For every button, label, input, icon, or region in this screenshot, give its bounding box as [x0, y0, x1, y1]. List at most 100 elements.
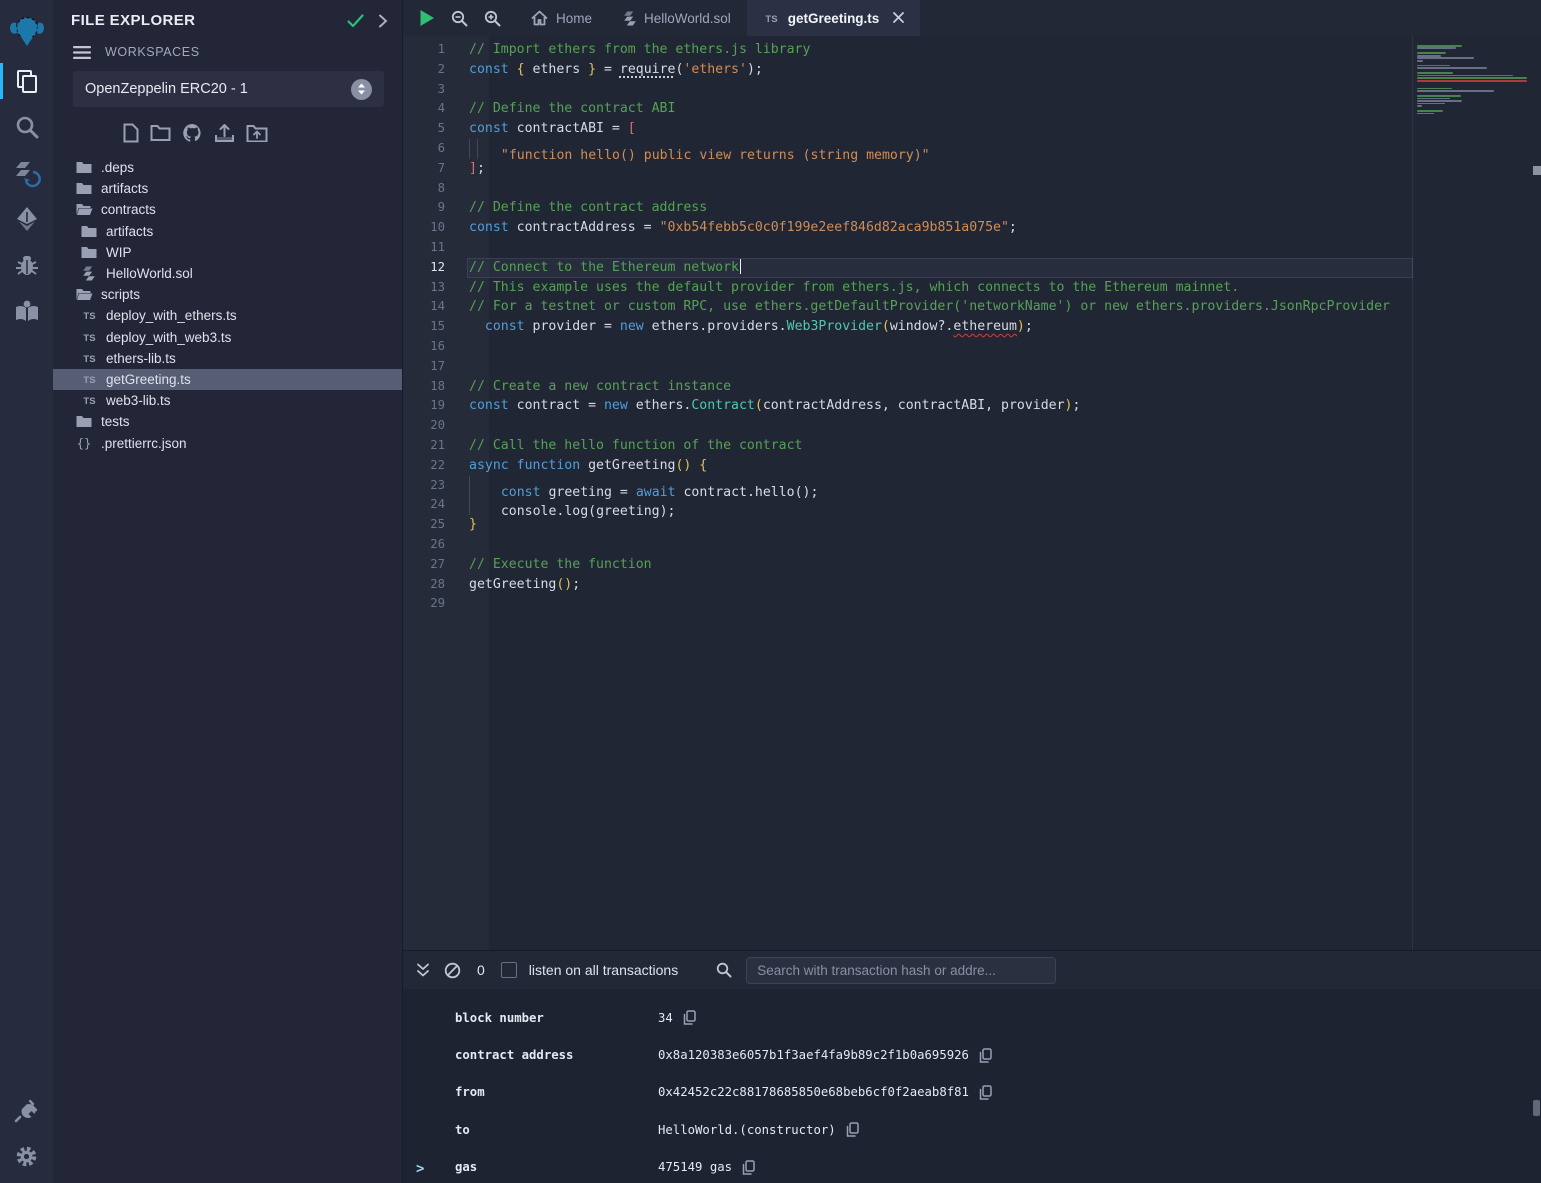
tree-item-ethers-lib-ts[interactable]: TSethers-lib.ts — [53, 348, 402, 369]
deploy-run-icon[interactable] — [0, 196, 53, 242]
zoom-out-icon[interactable] — [451, 10, 468, 27]
copy-icon[interactable] — [683, 1010, 696, 1025]
tree-item-deploy-with-web3-ts[interactable]: TSdeploy_with_web3.ts — [53, 327, 402, 348]
tree-item--prettierrc-json[interactable]: {}.prettierrc.json — [53, 432, 402, 453]
copy-icon[interactable] — [979, 1048, 992, 1063]
zoom-in-icon[interactable] — [484, 10, 501, 27]
tree-item--deps[interactable]: .deps — [53, 157, 402, 178]
tree-item-contracts[interactable]: contracts — [53, 199, 402, 220]
line-number: 23 — [403, 476, 467, 496]
code-line-16[interactable]: 16 — [403, 337, 1413, 357]
code-line-3[interactable]: 3 — [403, 80, 1413, 100]
file-explorer-icon[interactable] — [0, 58, 53, 104]
ts-icon: TS — [80, 310, 98, 321]
tree-item-scripts[interactable]: scripts — [53, 284, 402, 305]
tree-item-helloworld-sol[interactable]: HelloWorld.sol — [53, 263, 402, 284]
tree-item-artifacts[interactable]: artifacts — [53, 221, 402, 242]
code-line-9[interactable]: 9// Define the contract address — [403, 198, 1413, 218]
code-line-25[interactable]: 25} — [403, 515, 1413, 535]
line-number: 24 — [403, 495, 467, 515]
code-line-27[interactable]: 27// Execute the function — [403, 555, 1413, 575]
check-icon[interactable] — [347, 14, 364, 28]
search-icon[interactable] — [0, 104, 53, 150]
folder-open-icon — [75, 203, 93, 216]
code-line-1[interactable]: 1// Import ethers from the ethers.js lib… — [403, 40, 1413, 60]
clear-console-icon[interactable] — [444, 962, 461, 979]
code-line-14[interactable]: 14// For a testnet or custom RPC, use et… — [403, 297, 1413, 317]
tree-item-tests[interactable]: tests — [53, 411, 402, 432]
settings-icon[interactable] — [0, 1133, 53, 1179]
code-line-10[interactable]: 10const contractAddress = "0xb54febb5c0c… — [403, 218, 1413, 238]
svg-text:{}: {} — [77, 437, 91, 450]
code-line-17[interactable]: 17 — [403, 357, 1413, 377]
tree-item-wip[interactable]: WIP — [53, 242, 402, 263]
new-folder-icon[interactable] — [150, 124, 171, 142]
expand-terminal-icon[interactable] — [416, 963, 430, 978]
copy-icon[interactable] — [846, 1122, 859, 1137]
new-file-icon[interactable] — [123, 123, 139, 143]
code-line-6[interactable]: 6 "function hello() public view returns … — [403, 139, 1413, 159]
workspace-select[interactable]: OpenZeppelin ERC20 - 1 — [73, 71, 384, 107]
code-line-20[interactable]: 20 — [403, 416, 1413, 436]
tree-item-deploy-with-ethers-ts[interactable]: TSdeploy_with_ethers.ts — [53, 305, 402, 326]
tab-getgreeting-ts[interactable]: TSgetGreeting.ts — [747, 0, 921, 36]
code-line-18[interactable]: 18// Create a new contract instance — [403, 377, 1413, 397]
code-line-5[interactable]: 5const contractABI = [ — [403, 119, 1413, 139]
minimap[interactable] — [1417, 36, 1529, 118]
code-line-26[interactable]: 26 — [403, 535, 1413, 555]
scrollbar-thumb[interactable] — [1533, 166, 1541, 175]
line-number: 29 — [403, 594, 467, 614]
code-line-28[interactable]: 28getGreeting(); — [403, 575, 1413, 595]
upload-file-icon[interactable] — [214, 123, 235, 143]
code-line-12[interactable]: 12// Connect to the Ethereum network — [403, 258, 1413, 278]
code-line-29[interactable]: 29 — [403, 594, 1413, 614]
scrollbar-thumb[interactable] — [1533, 1100, 1540, 1116]
load-folder-icon[interactable] — [246, 124, 268, 142]
tree-item-label: getGreeting.ts — [106, 372, 191, 387]
github-icon[interactable] — [182, 123, 203, 143]
copy-icon[interactable] — [979, 1085, 992, 1100]
solidity-compiler-icon[interactable] — [0, 150, 53, 196]
tree-item-label: ethers-lib.ts — [106, 351, 176, 366]
terminal-search-input[interactable] — [746, 957, 1056, 984]
tree-item-artifacts[interactable]: artifacts — [53, 178, 402, 199]
code-line-24[interactable]: 24 console.log(greeting); — [403, 495, 1413, 515]
code-line-2[interactable]: 2const { ethers } = require('ethers'); — [403, 60, 1413, 80]
tab-home[interactable]: Home — [515, 0, 608, 36]
learn-icon[interactable] — [0, 288, 53, 334]
remix-ide: FILE EXPLORER WORKSPACES OpenZeppelin ER… — [0, 0, 1541, 1183]
code-line-8[interactable]: 8 — [403, 179, 1413, 199]
code-line-7[interactable]: 7]; — [403, 159, 1413, 179]
json-icon: {} — [75, 437, 93, 450]
code-line-11[interactable]: 11 — [403, 238, 1413, 258]
line-number: 8 — [403, 179, 467, 199]
debugger-icon[interactable] — [0, 242, 53, 288]
solidity-icon — [80, 266, 98, 281]
listen-transactions-checkbox[interactable] — [501, 962, 517, 978]
code-editor[interactable]: 1// Import ethers from the ethers.js lib… — [403, 36, 1541, 950]
tx-detail-value: 0x42452c22c88178685850e68beb6cf0f2aeab8f… — [658, 1085, 969, 1099]
tree-item-getgreeting-ts[interactable]: TSgetGreeting.ts — [53, 369, 402, 390]
tab-helloworld-sol[interactable]: HelloWorld.sol — [608, 0, 747, 36]
close-tab-icon[interactable] — [893, 11, 904, 26]
scrollbar[interactable] — [1533, 0, 1541, 1183]
terminal-prompt[interactable]: > — [416, 1161, 424, 1177]
tree-item-web3-lib-ts[interactable]: TSweb3-lib.ts — [53, 390, 402, 411]
code-text — [467, 594, 1413, 614]
code-text — [467, 535, 1413, 555]
copy-icon[interactable] — [742, 1160, 755, 1175]
workspace-sort-icon[interactable] — [351, 79, 372, 100]
remix-logo-icon[interactable] — [0, 4, 53, 58]
code-line-13[interactable]: 13// This example uses the default provi… — [403, 278, 1413, 298]
hamburger-menu-icon[interactable] — [73, 46, 91, 59]
code-line-19[interactable]: 19const contract = new ethers.Contract(c… — [403, 396, 1413, 416]
code-line-15[interactable]: 15 const provider = new ethers.providers… — [403, 317, 1413, 337]
code-line-4[interactable]: 4// Define the contract ABI — [403, 99, 1413, 119]
plugin-manager-icon[interactable] — [0, 1087, 53, 1133]
code-line-22[interactable]: 22async function getGreeting() { — [403, 456, 1413, 476]
text-cursor — [740, 259, 742, 274]
code-line-23[interactable]: 23 const greeting = await contract.hello… — [403, 476, 1413, 496]
code-line-21[interactable]: 21// Call the hello function of the cont… — [403, 436, 1413, 456]
collapse-panel-chevron-icon[interactable] — [378, 14, 388, 28]
run-script-button[interactable] — [419, 9, 435, 27]
